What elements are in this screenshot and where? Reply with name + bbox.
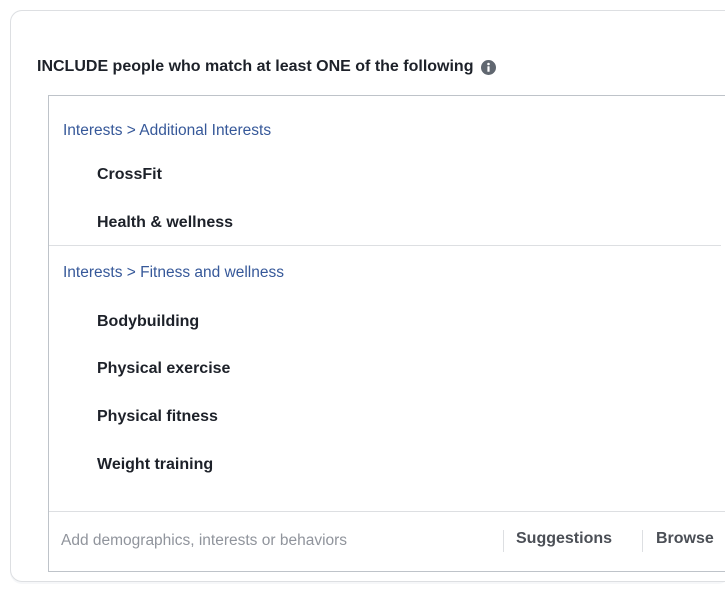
selected-item-crossfit[interactable]: CrossFit	[97, 166, 162, 184]
category-fitness-wellness[interactable]: Interests > Fitness and wellness	[63, 264, 284, 282]
search-input[interactable]	[59, 528, 493, 554]
include-heading: INCLUDE people who match at least ONE of…	[37, 58, 497, 76]
separator	[642, 530, 643, 552]
selected-item-weight-training[interactable]: Weight training	[97, 456, 213, 474]
panel-shadow: INCLUDE people who match at least ONE of…	[10, 10, 725, 584]
category-additional-interests[interactable]: Interests > Additional Interests	[63, 122, 271, 140]
suggestions-button[interactable]: Suggestions	[516, 530, 612, 548]
selected-item-physical-fitness[interactable]: Physical fitness	[97, 408, 218, 426]
targeting-selection-box: Interests > Additional Interests CrossFi…	[48, 95, 725, 572]
info-icon[interactable]	[481, 59, 497, 75]
selected-item-bodybuilding[interactable]: Bodybuilding	[97, 313, 199, 331]
selected-item-health-wellness[interactable]: Health & wellness	[97, 214, 233, 232]
browse-button[interactable]: Browse	[656, 530, 714, 548]
search-footer: Suggestions Browse	[49, 511, 725, 572]
detailed-targeting-panel: INCLUDE people who match at least ONE of…	[10, 10, 725, 582]
include-heading-text: INCLUDE people who match at least ONE of…	[37, 58, 474, 75]
selected-item-physical-exercise[interactable]: Physical exercise	[97, 360, 230, 378]
group-divider	[49, 245, 721, 246]
separator	[503, 530, 504, 552]
